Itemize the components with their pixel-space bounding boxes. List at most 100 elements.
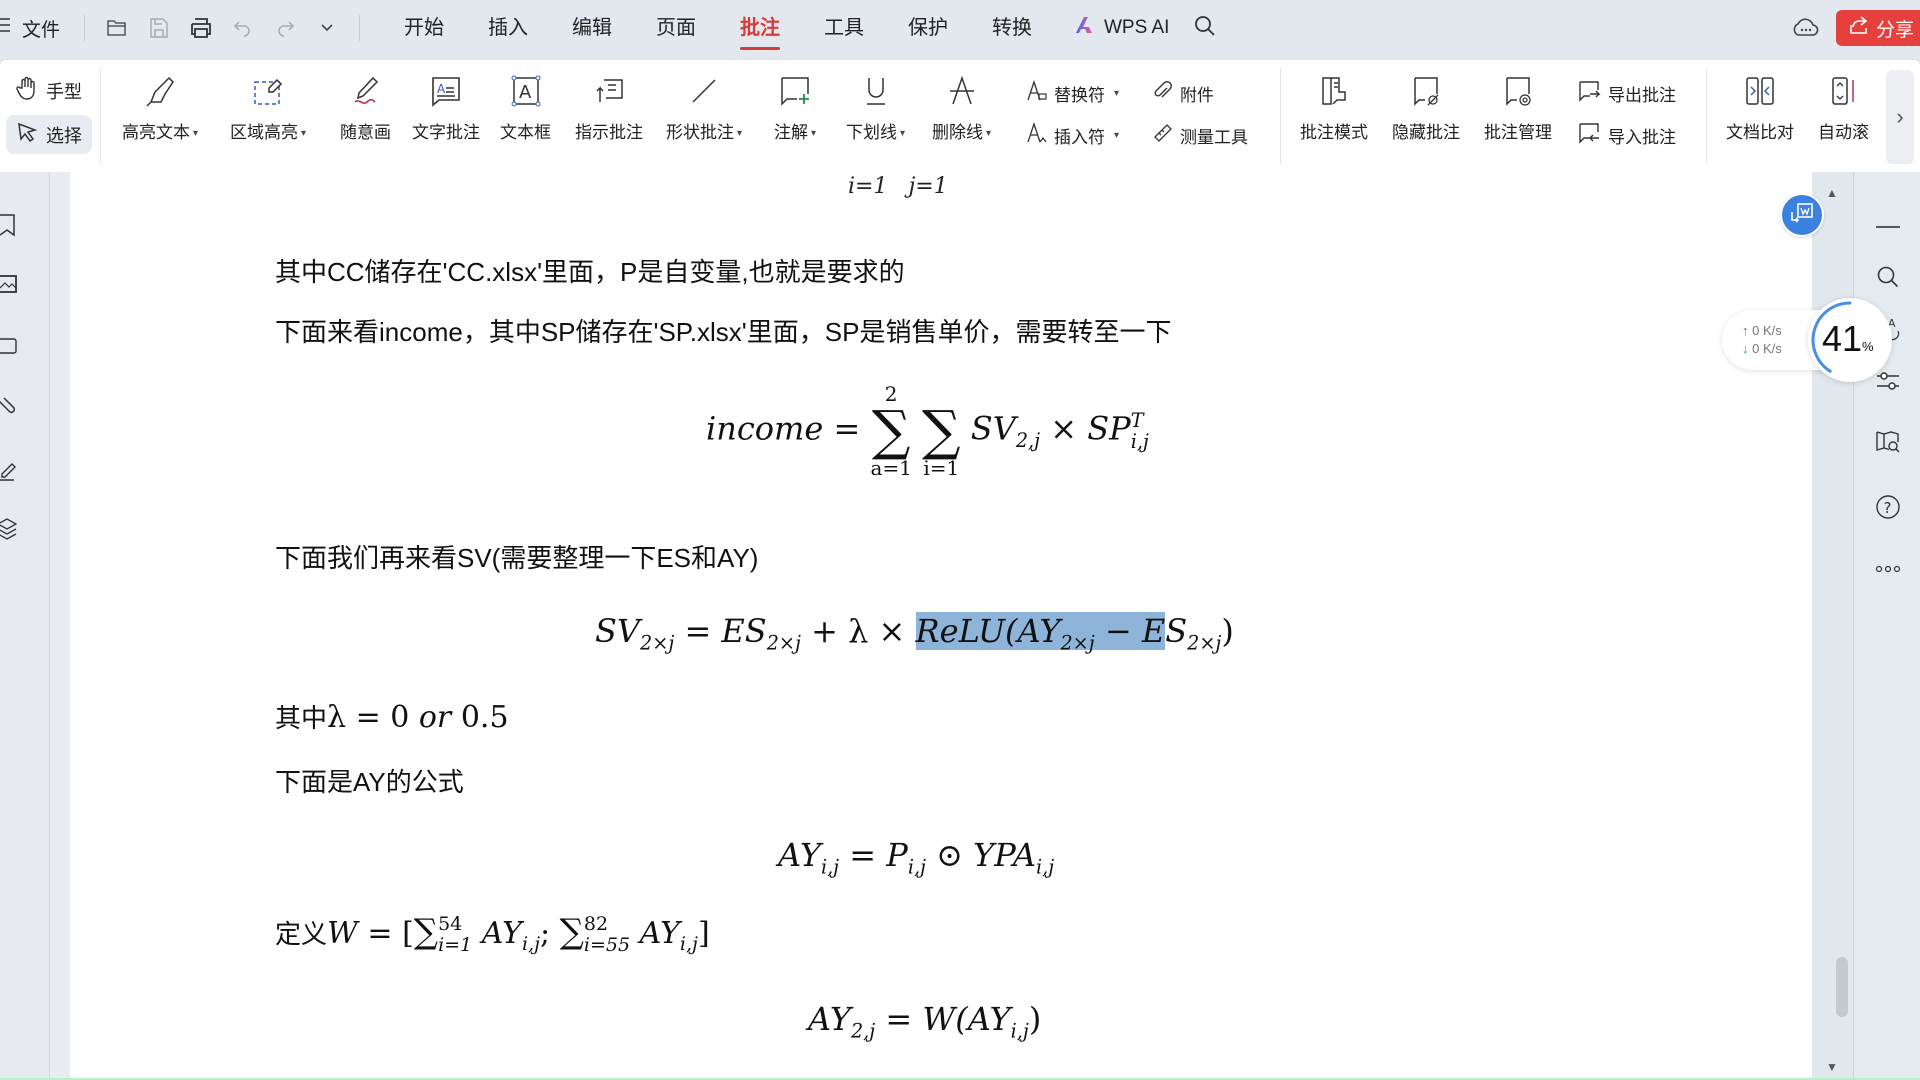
more-chevron-icon[interactable] xyxy=(315,16,339,40)
paragraph-lambda: 其中λ = 0 or 0.5 xyxy=(275,698,509,735)
share-button[interactable]: 分享 xyxy=(1836,10,1920,46)
bookmark-icon[interactable] xyxy=(0,212,24,238)
tab-protect[interactable]: 保护 xyxy=(886,0,970,56)
replace-mark-button[interactable]: 替换符 ▾ xyxy=(1026,79,1120,107)
help-icon[interactable]: ? xyxy=(1873,492,1903,522)
hide-comments-icon xyxy=(1409,68,1443,114)
tab-convert[interactable]: 转换 xyxy=(970,0,1054,56)
es-rest-sub: 2×j xyxy=(1187,631,1222,655)
ruler-icon xyxy=(1152,122,1174,149)
divider xyxy=(359,15,360,41)
lambda-or: or xyxy=(418,700,452,735)
highlighter-icon xyxy=(143,68,177,114)
insert-mark-icon xyxy=(1026,121,1048,149)
layers-icon[interactable] xyxy=(0,516,24,542)
progress-gauge[interactable]: 41% xyxy=(1808,298,1892,382)
manage-comments-button[interactable]: 批注管理 xyxy=(1484,68,1552,143)
ypa-term-sub: i,j xyxy=(1035,855,1055,879)
freehand-button[interactable]: 随意画 xyxy=(340,68,391,143)
select-tool-label: 选择 xyxy=(46,125,82,146)
progress-value: 41 xyxy=(1822,318,1863,359)
text-comment-button[interactable]: A 文字批注 xyxy=(412,68,480,143)
save-icon[interactable] xyxy=(147,16,171,40)
shape-comment-button[interactable]: 形状批注 ▾ xyxy=(666,68,742,143)
print-icon[interactable] xyxy=(189,16,213,40)
search-icon[interactable] xyxy=(1873,262,1903,292)
paragraph-sv: 下面我们再来看SV(需要整理一下ES和AY) xyxy=(275,543,759,573)
search-icon[interactable] xyxy=(1193,14,1217,43)
freehand-label: 随意画 xyxy=(340,123,391,142)
convert-to-word-icon xyxy=(1789,202,1815,229)
dropdown-caret-icon: ▾ xyxy=(1114,130,1120,141)
text-box-button[interactable]: A 文本框 xyxy=(500,68,551,143)
w-ay1-sub: i,j xyxy=(521,933,540,955)
share-label: 分享 xyxy=(1876,19,1915,41)
underline-button[interactable]: 下划线 ▾ xyxy=(846,68,905,143)
strikethrough-button[interactable]: 删除线 ▾ xyxy=(932,68,991,143)
attachment-icon[interactable] xyxy=(0,394,24,420)
note-label: 注解 xyxy=(774,123,808,142)
note-button[interactable]: 注解 ▾ xyxy=(774,68,816,143)
hand-tool-label: 手型 xyxy=(46,81,82,102)
scroll-up-arrow-icon[interactable]: ▲ xyxy=(1826,186,1838,200)
text-box-icon: A xyxy=(509,68,543,114)
dropdown-caret-icon: ▾ xyxy=(811,128,817,140)
tab-edit[interactable]: 编辑 xyxy=(550,0,634,56)
tab-insert[interactable]: 插入 xyxy=(466,0,550,56)
signature-pen-icon[interactable] xyxy=(0,456,24,482)
divider xyxy=(100,68,101,164)
ay-lhs: AY xyxy=(778,836,821,874)
more-options-icon[interactable] xyxy=(1873,554,1903,584)
chevron-right-icon: › xyxy=(1896,104,1904,129)
pointer-comment-button[interactable]: 指示批注 xyxy=(575,68,643,143)
undo-icon[interactable] xyxy=(231,16,255,40)
selected-text-highlight[interactable]: ReLU(AY2×j − E xyxy=(915,612,1166,654)
word-convert-float-button[interactable] xyxy=(1780,193,1824,237)
attachment-button[interactable]: 附件 xyxy=(1152,80,1214,107)
paperclip-icon xyxy=(1152,80,1174,107)
thumbnail-icon[interactable] xyxy=(0,272,24,298)
wps-ai-button[interactable]: WPS AI xyxy=(1074,15,1169,41)
file-menu[interactable]: 文件 xyxy=(0,15,72,42)
import-comments-button[interactable]: 导入批注 xyxy=(1578,122,1676,149)
highlight-text-button[interactable]: 高亮文本 ▾ xyxy=(122,68,198,143)
tab-tools[interactable]: 工具 xyxy=(802,0,886,56)
sum-a: 2 ∑ a=1 xyxy=(870,382,912,480)
comment-mode-icon xyxy=(1317,68,1351,114)
highlight-text-label: 高亮文本 xyxy=(122,123,190,142)
manage-comments-icon xyxy=(1501,68,1535,114)
insert-mark-button[interactable]: 插入符 ▾ xyxy=(1026,121,1120,149)
tab-home[interactable]: 开始 xyxy=(382,0,466,56)
hide-comments-button[interactable]: 隐藏批注 xyxy=(1392,68,1460,143)
paragraph-cc: 其中CC储存在'CC.xlsx'里面，P是自变量,也就是要求的 xyxy=(275,257,905,287)
document-page: i=1 j=1 其中CC储存在'CC.xlsx'里面，P是自变量,也就是要求的 … xyxy=(70,172,1812,1080)
measure-tool-button[interactable]: 测量工具 xyxy=(1152,122,1248,149)
auto-scroll-label: 自动滚 xyxy=(1818,123,1869,142)
hand-tool-button[interactable]: 手型 xyxy=(6,70,92,111)
cloud-icon[interactable] xyxy=(1790,13,1820,43)
ay-lhs-sub: i,j xyxy=(820,855,840,879)
select-tool-button[interactable]: 选择 xyxy=(6,115,92,154)
dropdown-caret-icon: ▾ xyxy=(193,128,199,140)
ribbon-scroll-right-button[interactable]: › xyxy=(1886,70,1914,164)
tab-page[interactable]: 页面 xyxy=(634,0,718,56)
text-box-label: 文本框 xyxy=(500,123,551,142)
export-comments-button[interactable]: 导出批注 xyxy=(1578,80,1676,107)
redo-icon[interactable] xyxy=(273,16,297,40)
open-folder-icon[interactable] xyxy=(105,16,129,40)
scrollbar-thumb[interactable] xyxy=(1836,957,1848,1017)
area-highlight-button[interactable]: 区域高亮 ▾ xyxy=(230,68,306,143)
tab-annotate[interactable]: 批注 xyxy=(718,0,802,56)
term-sp: SP xyxy=(1087,409,1131,448)
compare-documents-button[interactable]: 文档比对 xyxy=(1726,68,1794,143)
page-icon[interactable] xyxy=(0,334,24,360)
scroll-down-arrow-icon[interactable]: ▼ xyxy=(1826,1060,1838,1074)
reading-search-icon[interactable] xyxy=(1873,426,1903,456)
minimize-panel-icon[interactable] xyxy=(1873,212,1903,242)
ay2-lhs: AY xyxy=(808,1000,851,1038)
equation-ay: AYi,j = Pi,j ⊙ YPAi,j xyxy=(778,836,1055,879)
dropdown-caret-icon: ▾ xyxy=(1114,88,1120,99)
comment-mode-button[interactable]: 批注模式 xyxy=(1300,68,1368,143)
ay2-lhs-sub: 2,j xyxy=(850,1019,876,1043)
auto-scroll-button[interactable]: 自动滚 xyxy=(1818,68,1869,143)
